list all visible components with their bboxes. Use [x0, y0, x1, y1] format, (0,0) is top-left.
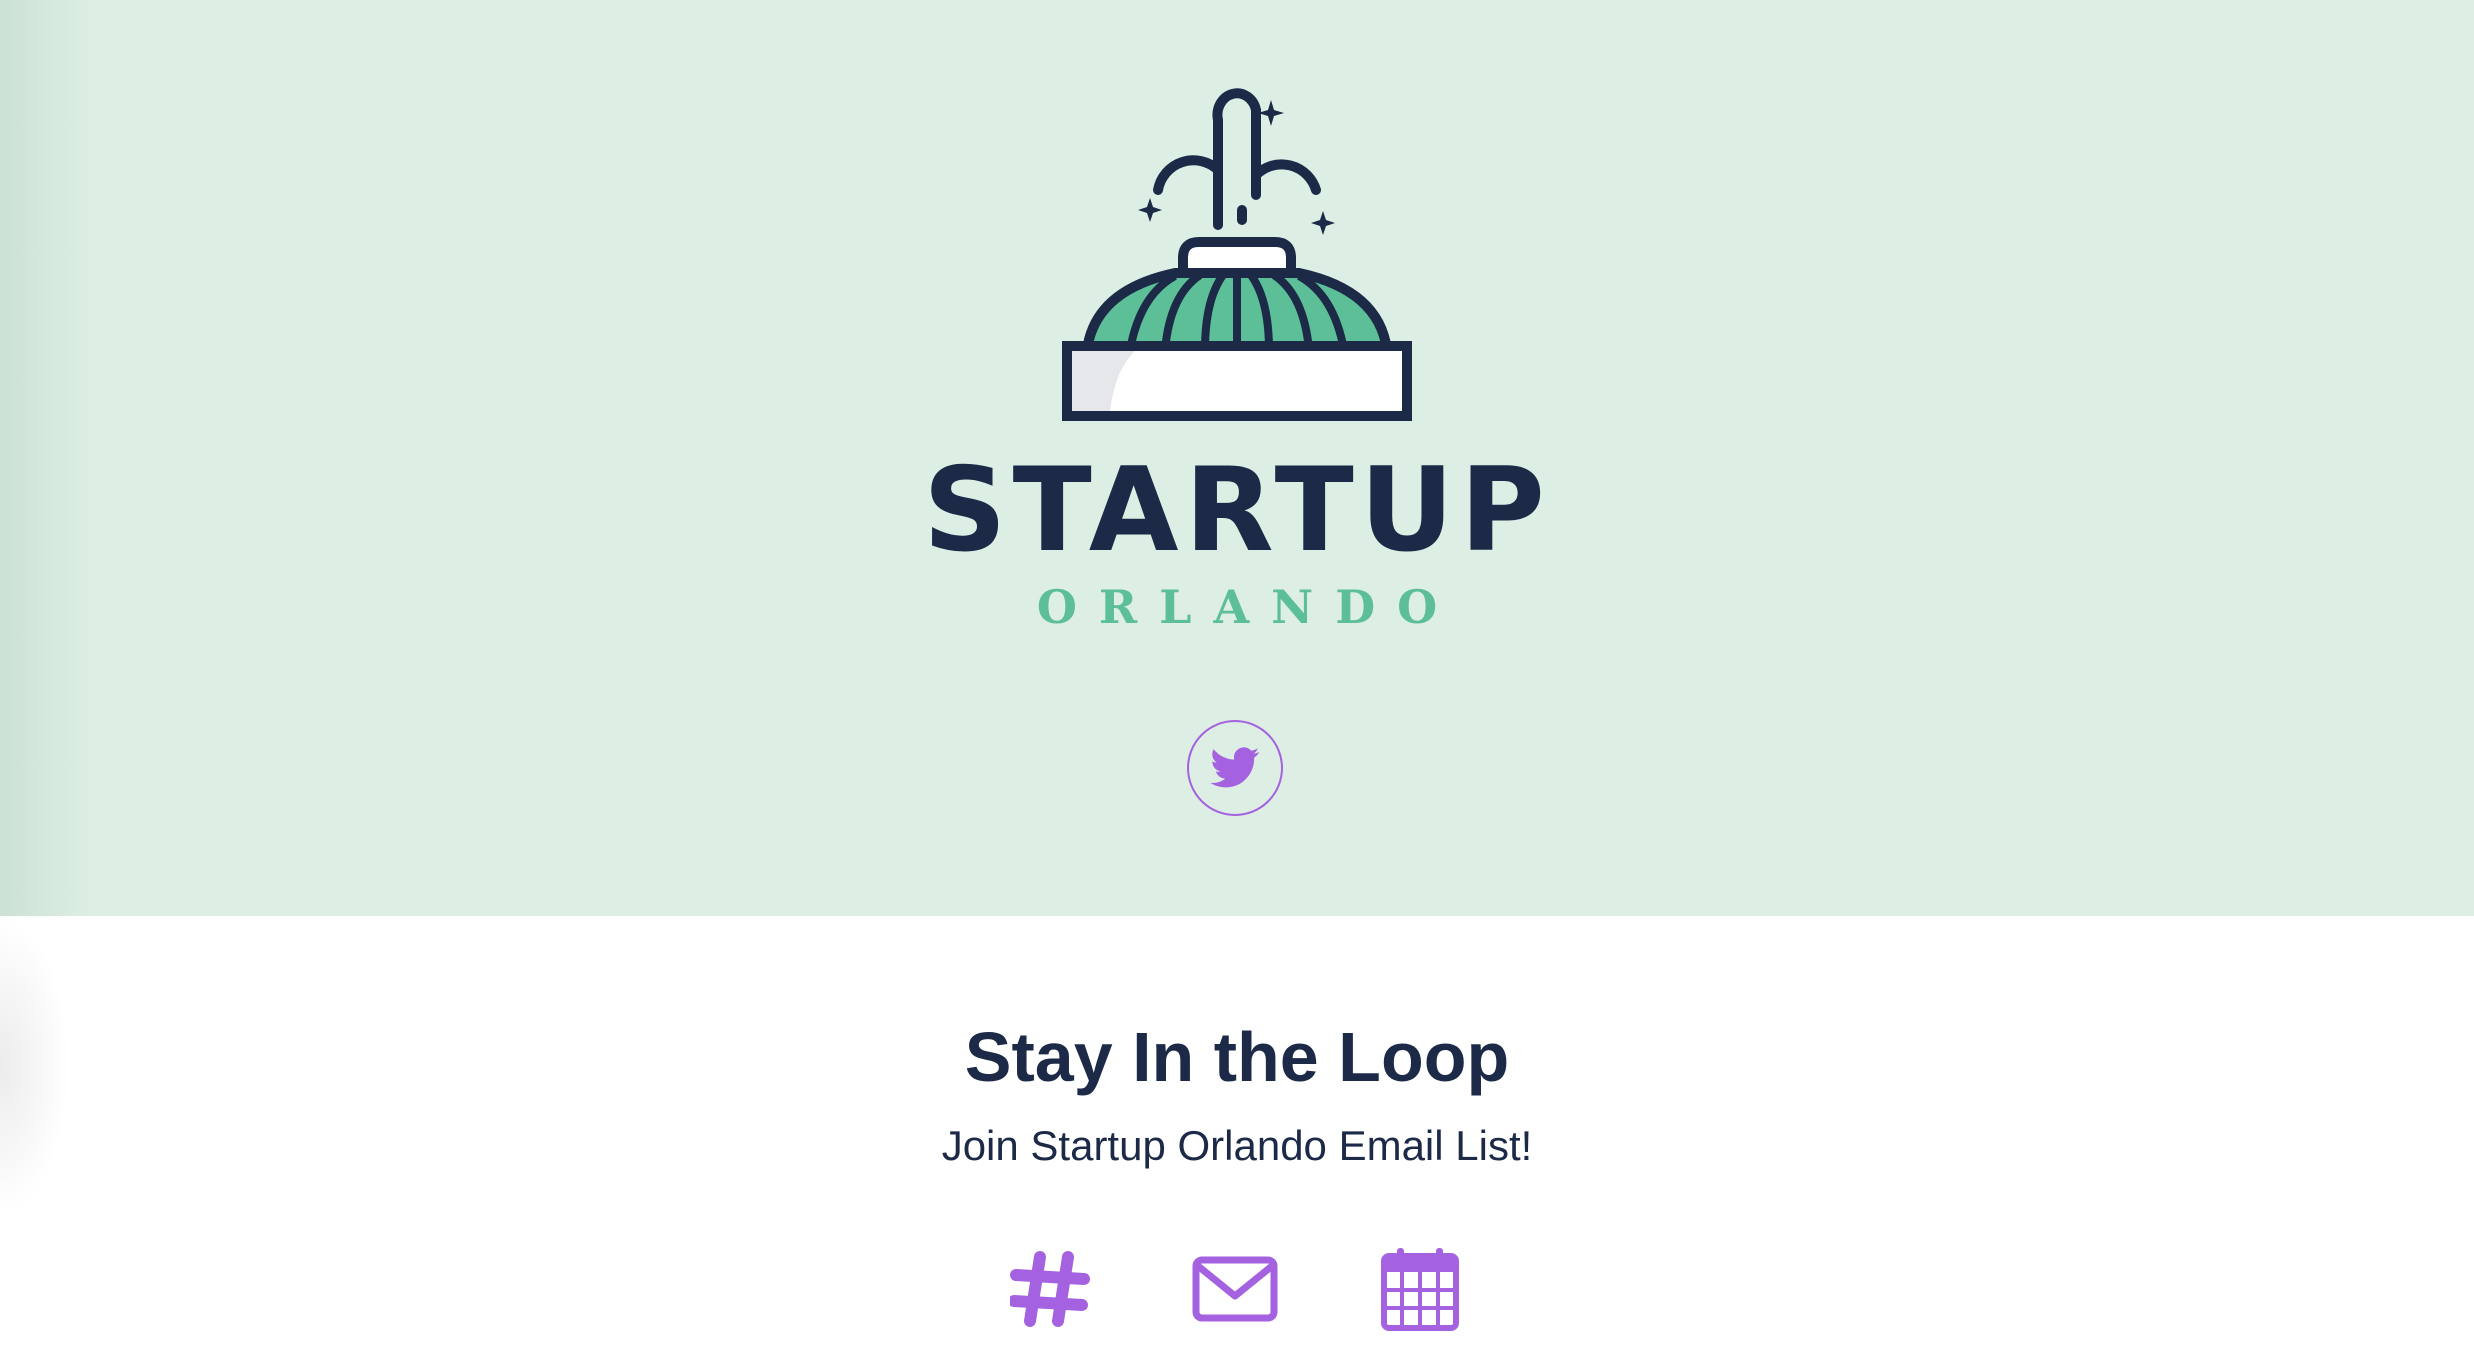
- newsletter-subtitle: Join Startup Orlando Email List!: [941, 1122, 1533, 1169]
- slack-hash-icon: [1010, 1251, 1090, 1327]
- brand-subtitle: ORLANDO: [1036, 580, 1460, 634]
- calendar-icon: [1381, 1248, 1459, 1331]
- calendar-link[interactable]: [1375, 1244, 1465, 1334]
- slack-link[interactable]: [1005, 1244, 1095, 1334]
- twitter-bird-icon: [1210, 747, 1260, 788]
- newsletter-title: Stay In the Loop: [964, 1018, 1510, 1096]
- brand-title: STARTUP: [923, 443, 1551, 578]
- email-link[interactable]: [1190, 1244, 1280, 1334]
- fountain-logo-icon: [1062, 88, 1412, 421]
- twitter-button[interactable]: [1187, 720, 1283, 816]
- envelope-icon: [1192, 1256, 1278, 1322]
